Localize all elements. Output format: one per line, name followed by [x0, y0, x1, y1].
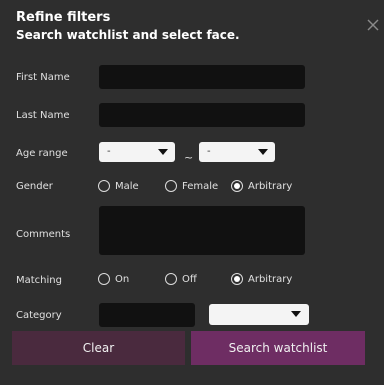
chevron-down-icon	[158, 149, 168, 155]
radio-selected-icon	[231, 180, 243, 192]
radio-icon	[165, 273, 177, 285]
gender-option-male[interactable]: Male	[98, 180, 139, 192]
matching-option-off[interactable]: Off	[165, 273, 197, 285]
radio-icon	[98, 273, 110, 285]
gender-option-label: Female	[182, 180, 219, 192]
gender-option-label: Arbitrary	[248, 180, 293, 192]
matching-option-on[interactable]: On	[98, 273, 129, 285]
first-name-input[interactable]	[99, 65, 305, 89]
gender-option-female[interactable]: Female	[165, 180, 218, 192]
chevron-down-icon	[291, 311, 301, 317]
gender-label: Gender	[16, 181, 53, 192]
matching-option-label: On	[115, 273, 130, 285]
age-from-value: -	[107, 146, 111, 157]
category-label: Category	[16, 310, 62, 321]
radio-selected-icon	[231, 273, 243, 285]
radio-icon	[98, 180, 110, 192]
matching-label: Matching	[16, 275, 62, 286]
age-to-select[interactable]: -	[199, 142, 275, 162]
age-range-separator: ~	[184, 151, 194, 164]
last-name-input[interactable]	[99, 103, 305, 127]
age-to-value: -	[207, 146, 211, 157]
last-name-label: Last Name	[16, 110, 70, 121]
age-from-select[interactable]: -	[99, 142, 175, 162]
category-input[interactable]	[99, 303, 195, 327]
dialog-title: Refine filters	[16, 10, 111, 25]
dialog-subtitle: Search watchlist and select face.	[16, 28, 240, 42]
search-watchlist-button[interactable]: Search watchlist	[191, 331, 365, 365]
chevron-down-icon	[258, 149, 268, 155]
radio-icon	[165, 180, 177, 192]
clear-button[interactable]: Clear	[12, 331, 185, 365]
first-name-label: First Name	[16, 72, 70, 83]
comments-textarea[interactable]	[99, 206, 305, 255]
matching-option-label: Off	[182, 273, 197, 285]
age-range-label: Age range	[16, 148, 68, 159]
close-icon[interactable]	[366, 18, 380, 32]
comments-label: Comments	[16, 229, 71, 240]
matching-option-arbitrary[interactable]: Arbitrary	[231, 273, 292, 285]
category-select[interactable]	[209, 304, 309, 325]
gender-option-label: Male	[115, 180, 139, 192]
matching-option-label: Arbitrary	[248, 273, 293, 285]
gender-option-arbitrary[interactable]: Arbitrary	[231, 180, 292, 192]
